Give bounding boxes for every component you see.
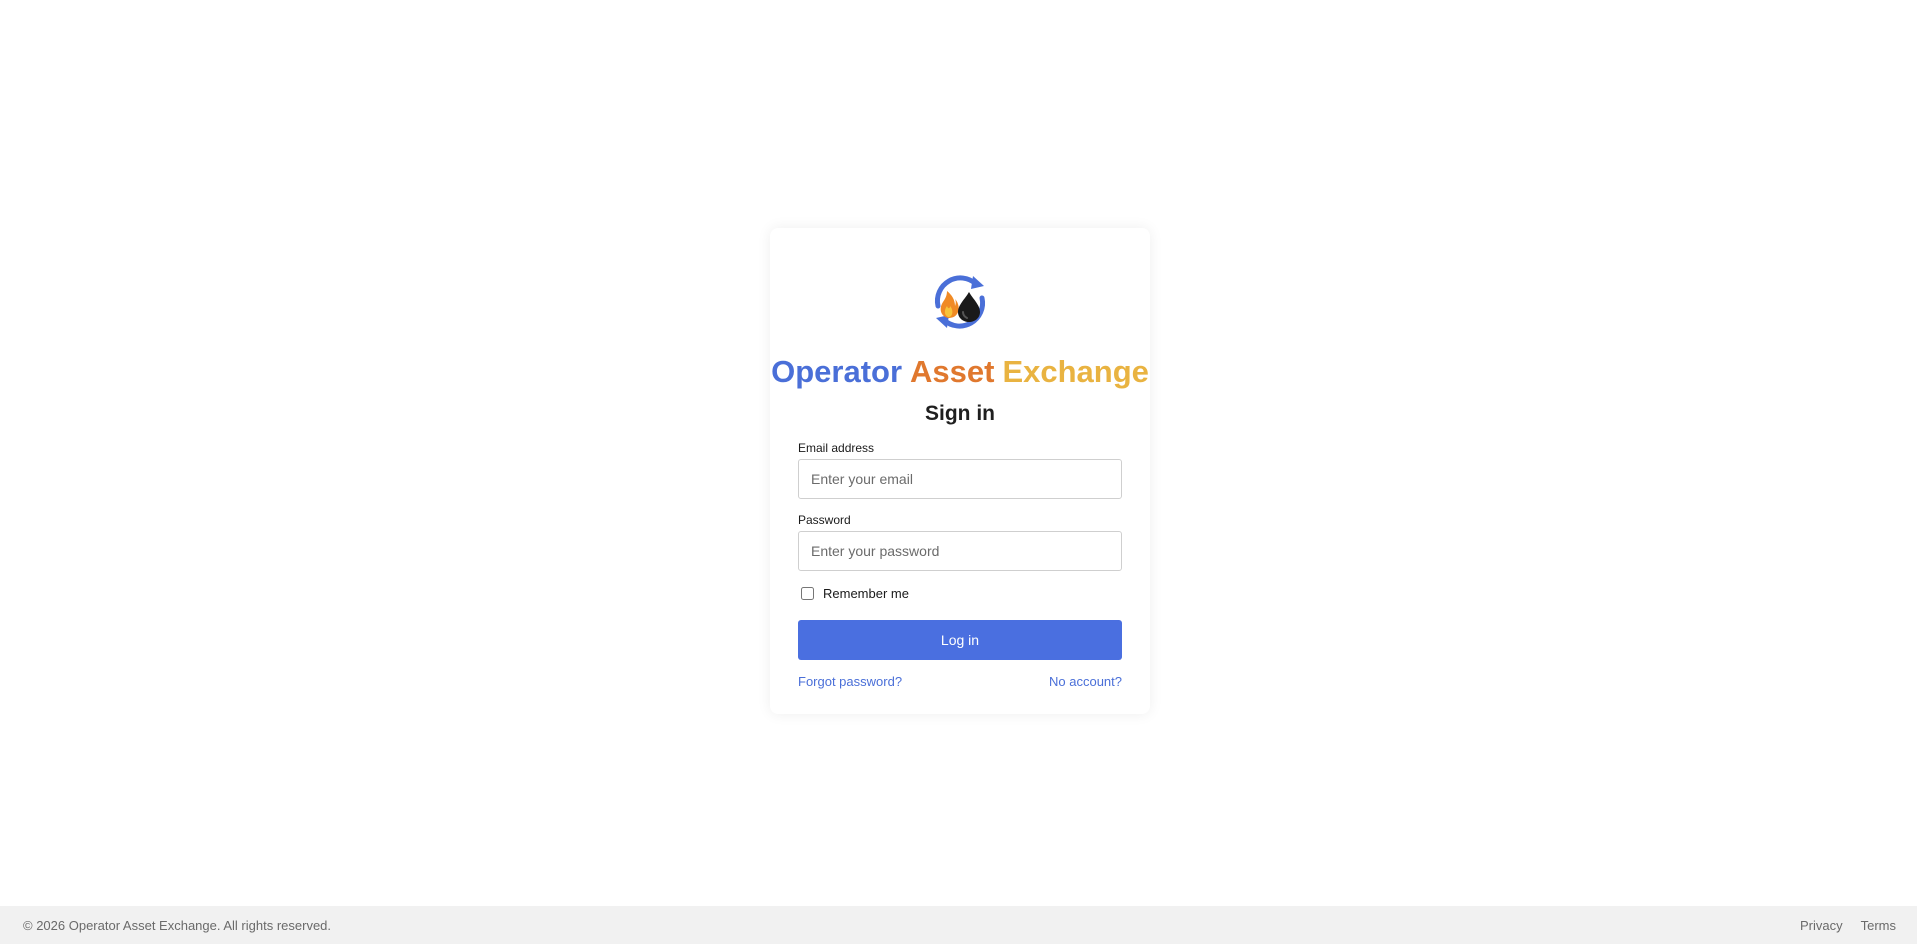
remember-me-checkbox[interactable] <box>801 587 814 600</box>
remember-me-row[interactable]: Remember me <box>798 586 909 601</box>
brand-word-exchange: Exchange <box>1002 354 1149 389</box>
cycle-flame-oil-drop-icon <box>934 275 986 329</box>
password-label: Password <box>798 513 851 527</box>
forgot-password-link[interactable]: Forgot password? <box>798 674 902 689</box>
password-field[interactable] <box>798 531 1122 571</box>
brand-word-asset: Asset <box>910 354 995 389</box>
login-button[interactable]: Log in <box>798 620 1122 660</box>
brand-word-operator: Operator <box>771 354 903 389</box>
footer: © 2026 Operator Asset Exchange. All righ… <box>0 906 1917 944</box>
privacy-link[interactable]: Privacy <box>1800 918 1843 933</box>
footer-links: Privacy Terms <box>1800 918 1896 933</box>
email-label: Email address <box>798 441 875 455</box>
sign-in-card: Operator Asset Exchange Sign in Email addr… <box>770 228 1150 714</box>
copyright-text: © 2026 Operator Asset Exchange. All righ… <box>23 918 332 933</box>
brand-title: Operator Asset Exchange <box>770 354 1150 390</box>
login-page: Operator Asset Exchange Sign in Email addr… <box>0 0 1917 944</box>
terms-link[interactable]: Terms <box>1861 918 1896 933</box>
no-account-link[interactable]: No account? <box>1049 674 1122 689</box>
email-field[interactable] <box>798 459 1122 499</box>
remember-me-label: Remember me <box>823 586 909 601</box>
page-title: Sign in <box>925 402 995 425</box>
